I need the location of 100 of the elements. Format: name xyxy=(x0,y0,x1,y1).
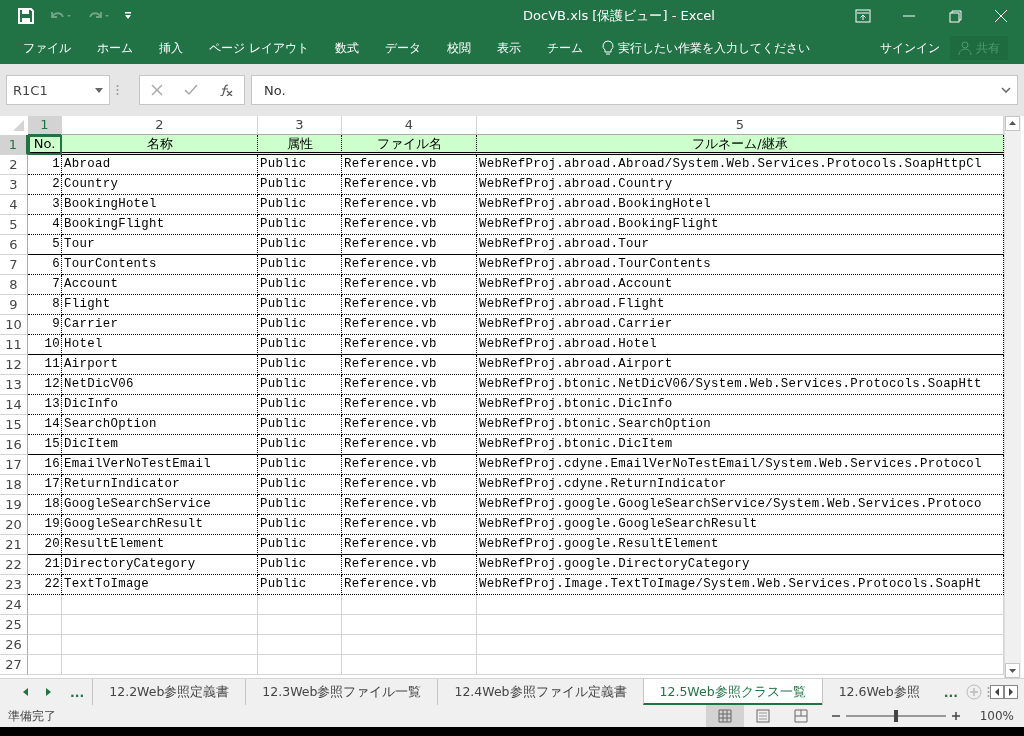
table-cell: Public xyxy=(258,255,342,275)
table-cell: BookingFlight xyxy=(62,215,258,235)
ribbon-tab[interactable]: ページ レイアウト xyxy=(196,39,322,57)
row-header[interactable]: 21 xyxy=(0,535,28,555)
table-cell: Airport xyxy=(62,355,258,375)
save-icon[interactable] xyxy=(18,8,34,24)
ribbon-tab[interactable]: 挿入 xyxy=(146,39,196,57)
ribbon-tab[interactable]: ファイル xyxy=(10,39,84,57)
row-header[interactable]: 12 xyxy=(0,355,28,375)
table-cell: 4 xyxy=(28,215,62,235)
table-cell: Hotel xyxy=(62,335,258,355)
scroll-right-icon[interactable] xyxy=(1004,685,1018,699)
table-cell: TextToImage xyxy=(62,575,258,595)
table-cell: Reference.vb xyxy=(342,575,477,595)
formula-field[interactable]: No. xyxy=(251,75,1018,105)
table-cell: SearchOption xyxy=(62,415,258,435)
table-cell: DicItem xyxy=(62,435,258,455)
table-cell: Reference.vb xyxy=(342,395,477,415)
enter-check-icon[interactable] xyxy=(184,84,198,96)
scroll-left-icon[interactable] xyxy=(990,685,1004,699)
table-cell: WebRefProj.btonic.DicInfo xyxy=(477,395,1004,415)
table-cell: Reference.vb xyxy=(342,375,477,395)
row-header[interactable]: 7 xyxy=(0,255,28,275)
table-cell: Public xyxy=(258,155,342,175)
expand-caret-icon[interactable] xyxy=(1001,87,1011,93)
row-header[interactable]: 20 xyxy=(0,515,28,535)
row-header[interactable]: 25 xyxy=(0,615,28,635)
table-cell: Tour xyxy=(62,235,258,255)
row-header[interactable]: 3 xyxy=(0,175,28,195)
table-cell: Public xyxy=(258,315,342,335)
row-header[interactable]: 6 xyxy=(0,235,28,255)
zoom-in-icon[interactable] xyxy=(951,712,960,720)
column-header[interactable]: 2 xyxy=(62,116,258,135)
ribbon-tab[interactable]: データ xyxy=(371,39,434,57)
table-cell: TourContents xyxy=(62,255,258,275)
row-header[interactable]: 1 xyxy=(0,135,28,155)
table-cell: WebRefProj.abroad.Carrier xyxy=(477,315,1004,335)
formula-value: No. xyxy=(264,82,286,98)
row-header[interactable]: 22 xyxy=(0,555,28,575)
zoom-level[interactable]: 100% xyxy=(979,709,1014,723)
table-cell: 19 xyxy=(28,515,62,535)
row-header[interactable]: 18 xyxy=(0,475,28,495)
row-header[interactable]: 16 xyxy=(0,435,28,455)
scroll-up-icon[interactable] xyxy=(1005,116,1020,131)
table-cell: WebRefProj.abroad.Abroad/System.Web.Services.Protocols.SoapHttpCl xyxy=(477,155,1004,175)
dropdown-caret-icon[interactable] xyxy=(95,87,103,93)
table-cell: Reference.vb xyxy=(342,435,477,455)
row-header[interactable]: 5 xyxy=(0,215,28,235)
row-header[interactable]: 9 xyxy=(0,295,28,315)
ribbon-tab[interactable]: 数式 xyxy=(321,39,372,57)
row-header[interactable]: 15 xyxy=(0,415,28,435)
more-sheets-button[interactable]: ... xyxy=(62,684,93,700)
previous-sheet-icon[interactable] xyxy=(22,687,30,697)
table-cell: Reference.vb xyxy=(342,335,477,355)
row-header[interactable]: 2 xyxy=(0,155,28,175)
ribbon-tab[interactable]: ホーム xyxy=(84,39,146,57)
sign-in-link[interactable]: サインイン xyxy=(880,39,940,57)
table-cell: Reference.vb xyxy=(342,275,477,295)
name-box[interactable]: R1C1 xyxy=(6,75,110,105)
column-heading-cell: 名称 xyxy=(62,135,258,155)
table-cell: GoogleSearchResult xyxy=(62,515,258,535)
table-cell: WebRefProj.Image.TextToImage/System.Web.Services.Protocols.SoapHt xyxy=(477,575,1004,595)
column-header[interactable]: 3 xyxy=(258,116,342,135)
row-header[interactable]: 19 xyxy=(0,495,28,515)
row-header[interactable]: 11 xyxy=(0,335,28,355)
column-header[interactable]: 1 xyxy=(28,116,62,136)
row-header[interactable]: 17 xyxy=(0,455,28,475)
ribbon-tab[interactable]: チーム xyxy=(533,39,596,57)
sheet-tab[interactable]: 12.5Web参照クラス一覧 xyxy=(642,679,822,705)
row-header[interactable]: 4 xyxy=(0,195,28,215)
row-header[interactable]: 24 xyxy=(0,595,28,615)
table-cell: GoogleSearchService xyxy=(62,495,258,515)
row-header[interactable]: 10 xyxy=(0,315,28,335)
zoom-out-icon[interactable] xyxy=(831,712,840,720)
table-cell: Reference.vb xyxy=(342,235,477,255)
zoom-slider-thumb[interactable] xyxy=(893,710,898,722)
insert-function-icon[interactable] xyxy=(219,84,234,96)
ribbon-tab[interactable]: 表示 xyxy=(483,39,534,57)
table-cell: Reference.vb xyxy=(342,315,477,335)
row-header[interactable]: 13 xyxy=(0,375,28,395)
table-cell: Public xyxy=(258,415,342,435)
row-header[interactable]: 27 xyxy=(0,655,28,675)
ribbon-tab[interactable]: 校閲 xyxy=(433,39,484,57)
table-cell: Public xyxy=(258,435,342,455)
table-cell: Reference.vb xyxy=(342,495,477,515)
tell-me-field[interactable]: 実行したい作業を入力してください xyxy=(617,39,810,57)
row-header[interactable]: 23 xyxy=(0,575,28,595)
table-cell: Public xyxy=(258,575,342,595)
next-sheet-icon[interactable] xyxy=(44,687,52,697)
row-header[interactable]: 8 xyxy=(0,275,28,295)
normal-view-icon[interactable] xyxy=(705,705,744,727)
more-sheets-button[interactable]: ... xyxy=(935,684,966,700)
table-cell: Reference.vb xyxy=(342,415,477,435)
scroll-down-icon[interactable] xyxy=(1005,663,1020,678)
row-header[interactable]: 26 xyxy=(0,635,28,655)
column-header[interactable]: 5 xyxy=(477,116,1004,135)
row-header[interactable]: 14 xyxy=(0,395,28,415)
column-header[interactable]: 4 xyxy=(342,116,477,135)
table-cell: WebRefProj.google.GoogleSearchResult xyxy=(477,515,1004,535)
customize-caret-icon[interactable] xyxy=(124,12,132,20)
